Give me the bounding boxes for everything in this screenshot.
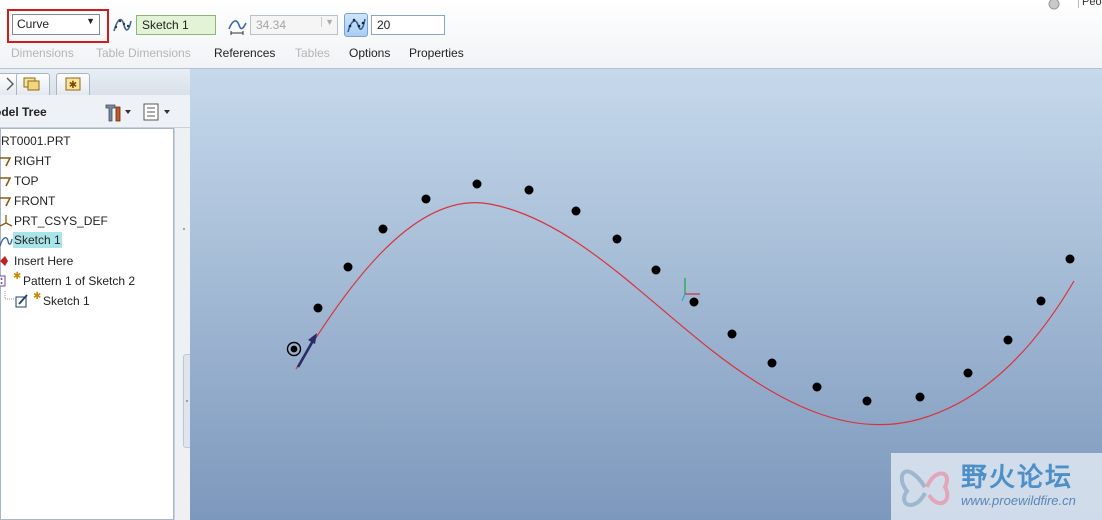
pattern-point[interactable] — [1065, 254, 1075, 264]
pattern-point[interactable] — [651, 265, 661, 275]
tree-item-label: FRONT — [14, 194, 56, 208]
spacing-value: 34.34 — [256, 18, 287, 32]
reference-sketch-field[interactable]: Sketch 1 — [136, 15, 216, 35]
pattern-point[interactable] — [378, 224, 388, 234]
pattern-icon — [0, 275, 6, 287]
top-right-controls: Peo — [1046, 0, 1102, 10]
tree-item-label-selected: Sketch 1 — [13, 232, 62, 248]
tab-properties[interactable]: Properties — [409, 46, 464, 60]
tree-item-csys[interactable]: PRT_CSYS_DEF — [0, 211, 173, 231]
watermark-title: 野火论坛 — [961, 462, 1074, 492]
model-tree-title: odel Tree — [0, 105, 47, 119]
settings-tools-icon[interactable] — [103, 101, 133, 123]
tree-item-label: RT0001.PRT — [1, 134, 71, 148]
watermark-url: www.proewildfire.cn — [961, 493, 1076, 508]
navigator-tabs: ✱ — [0, 69, 190, 95]
pattern-point[interactable] — [915, 392, 925, 402]
csys-icon — [0, 215, 13, 227]
pattern-point[interactable] — [313, 303, 323, 313]
tree-connector-icon — [4, 291, 15, 300]
pattern-point[interactable] — [421, 194, 431, 204]
butterfly-logo-icon — [899, 469, 950, 507]
sketch-curve[interactable] — [295, 202, 1075, 426]
sketch-curve-icon — [0, 237, 13, 247]
tree-item-label: PRT_CSYS_DEF — [14, 214, 108, 228]
pattern-point[interactable] — [689, 297, 699, 307]
tree-item-label: Insert Here — [14, 254, 74, 268]
tree-item-label: Sketch 1 — [43, 294, 90, 308]
pattern-point[interactable] — [571, 206, 581, 216]
tree-item-insert-here[interactable]: Insert Here — [0, 251, 173, 271]
member-count-icon — [347, 18, 366, 33]
datum-plane-icon — [0, 157, 11, 167]
pattern-point[interactable] — [343, 262, 353, 272]
curve-reference-icon[interactable] — [112, 15, 132, 35]
new-feature-asterisk-icon: ✱ — [13, 271, 22, 282]
pause-icon[interactable] — [1048, 0, 1060, 10]
pattern-point[interactable] — [472, 179, 482, 189]
tree-item-top[interactable]: TOP — [0, 171, 173, 191]
model-tree-header: odel Tree — [0, 95, 190, 128]
new-feature-asterisk-icon: ✱ — [33, 291, 42, 302]
curve-start-point-icon[interactable] — [286, 341, 302, 357]
pattern-point[interactable] — [1003, 335, 1013, 345]
tree-item-label: TOP — [14, 174, 39, 188]
pattern-point[interactable] — [524, 185, 534, 195]
tree-item-sketch-1[interactable]: Sketch 1 — [0, 231, 173, 251]
tab-folder-browser[interactable] — [16, 73, 50, 95]
datum-plane-icon — [0, 197, 11, 207]
tab-table-dimensions[interactable]: Table Dimensions — [96, 46, 191, 60]
tab-tables[interactable]: Tables — [295, 46, 330, 60]
show-options-icon[interactable] — [141, 101, 175, 123]
splitter-dot — [186, 400, 188, 402]
tree-item-front[interactable]: FRONT — [0, 191, 173, 211]
tab-favorites[interactable]: ✱ — [56, 73, 90, 95]
pattern-point[interactable] — [963, 368, 973, 378]
tree-item-part[interactable]: RT0001.PRT — [1, 131, 173, 151]
tree-item-label: Pattern 1 of Sketch 2 — [23, 274, 136, 288]
pattern-point[interactable] — [1036, 296, 1046, 306]
tab-dimensions[interactable]: Dimensions — [11, 46, 74, 60]
tree-item-label: RIGHT — [14, 154, 52, 168]
top-right-label: Peo — [1078, 0, 1102, 8]
splitter-dot — [183, 228, 185, 230]
annotation-highlight-box — [7, 9, 109, 43]
folder-browser-icon — [23, 77, 40, 91]
tree-item-right[interactable]: RIGHT — [0, 151, 173, 171]
favorites-icon: ✱ — [65, 77, 81, 91]
spacing-field[interactable]: 34.34 ▼ — [250, 15, 338, 35]
tab-options[interactable]: Options — [349, 46, 390, 60]
pattern-point[interactable] — [612, 234, 622, 244]
svg-text:✱: ✱ — [69, 80, 77, 91]
pattern-point[interactable] — [767, 358, 777, 368]
model-tree: RT0001.PRT RIGHT TOP FRONT PRT_CSYS_DEF — [0, 128, 174, 520]
member-count-field[interactable]: 20 — [371, 15, 445, 35]
pattern-point[interactable] — [862, 396, 872, 406]
pattern-point[interactable] — [727, 329, 737, 339]
tree-item-child-sketch[interactable]: ✱ Sketch 1 — [1, 291, 173, 311]
tab-references[interactable]: References — [214, 46, 275, 60]
insert-here-icon — [0, 256, 8, 266]
chevron-down-icon: ▼ — [321, 17, 334, 27]
pattern-point[interactable] — [812, 382, 822, 392]
pattern-points — [313, 179, 1075, 406]
sketch-icon — [15, 294, 28, 308]
member-count-value: 20 — [377, 18, 391, 32]
reference-sketch-value: Sketch 1 — [142, 18, 189, 32]
tree-item-pattern[interactable]: ✱ Pattern 1 of Sketch 2 — [0, 271, 173, 291]
coordinate-system-icon — [681, 278, 700, 302]
spacing-icon[interactable] — [227, 15, 247, 35]
panel-splitter[interactable] — [174, 128, 193, 520]
datum-plane-icon — [0, 177, 11, 187]
member-count-toggle[interactable] — [344, 13, 368, 37]
pattern-dashboard: Curve ▼ Sketch 1 34.34 ▼ 20 Dimensions T… — [0, 0, 1102, 69]
watermark: 野火论坛 www.proewildfire.cn — [891, 453, 1102, 520]
